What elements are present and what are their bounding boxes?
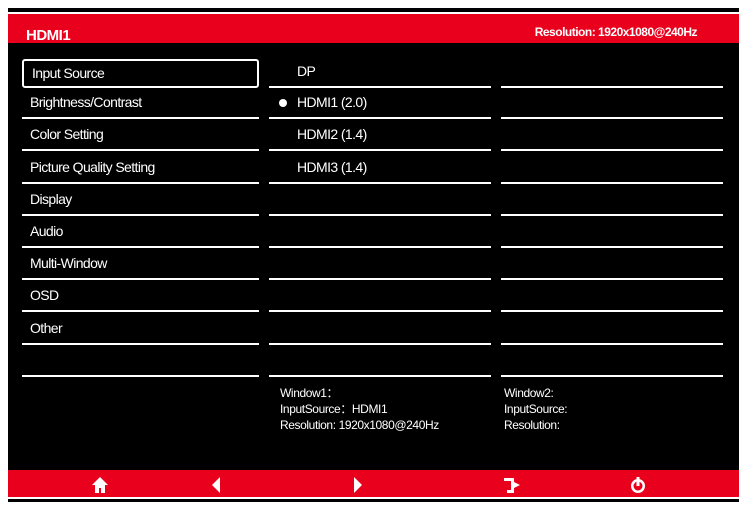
home-icon[interactable] (90, 475, 110, 495)
window1-title: Window1： (280, 386, 339, 400)
submenu-slot (501, 56, 723, 88)
selected-dot-icon (279, 99, 287, 108)
source-label: HDMI3 (1.4) (297, 158, 367, 175)
submenu-slot (501, 87, 723, 120)
submenu-slot (501, 248, 723, 281)
menu-item[interactable]: Brightness/Contrast (22, 87, 259, 120)
left-arrow-icon[interactable] (206, 475, 226, 495)
footer-bar (8, 470, 739, 499)
source-label: HDMI2 (1.4) (297, 126, 367, 143)
menu-item[interactable]: OSD (22, 280, 259, 313)
window2-input: InputSource: (504, 402, 568, 416)
right-arrow-icon[interactable] (348, 475, 368, 495)
source-option (269, 345, 491, 377)
source-option[interactable]: HDMI1 (2.0) (269, 87, 491, 120)
current-input-title: HDMI1 (26, 27, 71, 44)
window2-title: Window2: (504, 386, 554, 400)
menu-item[interactable]: Display (22, 184, 259, 216)
menu-item[interactable]: Picture Quality Setting (22, 152, 259, 184)
source-option (269, 313, 491, 345)
osd-window: HDMI1 Resolution: 1920x1080@240Hz Input … (8, 8, 739, 502)
header-bar: HDMI1 Resolution: 1920x1080@240Hz (8, 12, 739, 44)
submenu-slot (501, 313, 723, 345)
menu-item[interactable]: Audio (22, 216, 259, 248)
source-option[interactable]: HDMI2 (1.4) (269, 119, 491, 152)
window2-resolution: Resolution: (504, 418, 560, 432)
menu-item[interactable]: Other (22, 313, 259, 345)
source-option (269, 184, 491, 216)
submenu-slot (501, 345, 723, 377)
menu-item[interactable] (22, 345, 259, 377)
window1-resolution: Resolution: 1920x1080@240Hz (280, 418, 439, 432)
submenu-slot (501, 119, 723, 152)
source-label: DP (297, 63, 316, 79)
source-option[interactable]: DP (269, 56, 491, 88)
menu-item[interactable]: Color Setting (22, 119, 259, 152)
source-option (269, 280, 491, 313)
source-option[interactable]: HDMI3 (1.4) (269, 152, 491, 184)
source-option (269, 216, 491, 248)
power-icon[interactable] (628, 475, 648, 495)
current-resolution: Resolution: 1920x1080@240Hz (534, 25, 698, 39)
window1-input: InputSource：HDMI1 (280, 402, 388, 416)
menu-item[interactable]: Input Source (22, 59, 259, 88)
submenu-slot (501, 280, 723, 313)
menu-item[interactable]: Multi-Window (22, 248, 259, 281)
submenu-slot (501, 216, 723, 248)
submenu-slot (501, 184, 723, 216)
window1-info: Window1： InputSource：HDMI1 Resolution: 1… (280, 385, 439, 433)
submenu-slot (501, 152, 723, 184)
source-option (269, 248, 491, 281)
source-label: HDMI1 (2.0) (297, 94, 367, 111)
exit-icon[interactable] (503, 475, 523, 495)
window2-info: Window2: InputSource: Resolution: (504, 385, 568, 433)
